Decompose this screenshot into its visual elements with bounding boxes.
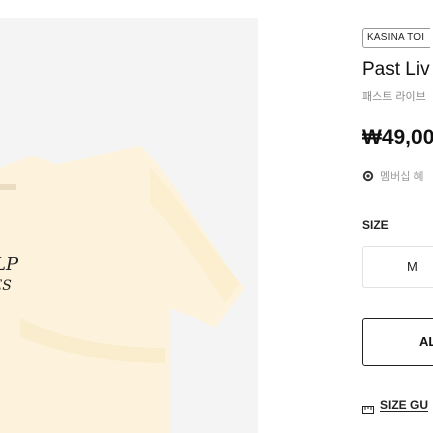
product-info-panel: KASINA TOI Past Liv 패스트 라이브 ₩49,000 멤버십 … (362, 0, 433, 433)
product-image[interactable]: LP ES (0, 18, 258, 433)
product-detail-page: LP ES KASINA TOI Past Liv 패스트 라이브 ₩49,00… (0, 0, 433, 433)
product-title: Past Liv (362, 59, 430, 80)
membership-benefit-text: 멤버십 혜 (380, 171, 424, 183)
product-price: ₩49,000 (362, 126, 433, 149)
brand-tag[interactable]: KASINA TOI (362, 28, 431, 48)
shirt-logo-line2: ES (0, 278, 12, 294)
ruler-icon (362, 401, 374, 414)
shirt-logo-line1: LP (0, 254, 19, 275)
membership-benefit[interactable]: 멤버십 혜 (362, 167, 424, 185)
size-label: SIZE (362, 218, 389, 232)
size-option-m[interactable]: M (362, 246, 433, 288)
t-shirt-illustration: LP ES (0, 18, 258, 433)
size-guide-link[interactable]: SIZE GU (362, 397, 429, 414)
product-subtitle: 패스트 라이브 (362, 91, 426, 103)
add-to-cart-button[interactable]: AL (362, 318, 433, 366)
size-guide-label: SIZE GU (380, 398, 429, 412)
gear-icon (362, 170, 374, 182)
